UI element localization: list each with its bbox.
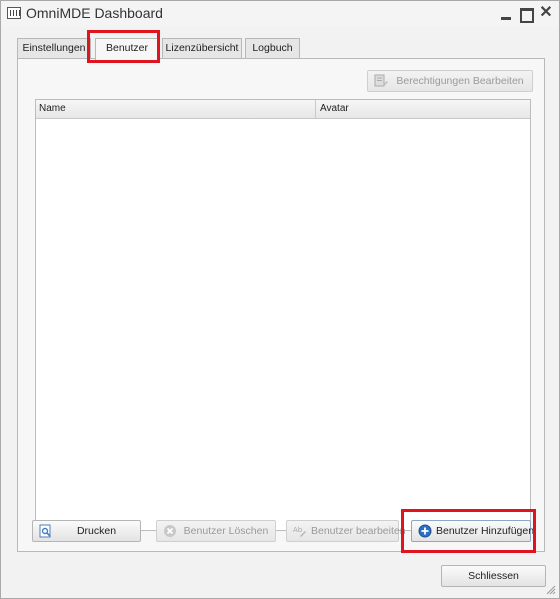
tab-einstellungen[interactable]: Einstellungen <box>17 38 91 59</box>
edit-user-button[interactable]: Ab Benutzer bearbeiten <box>286 520 406 542</box>
window-title: OmniMDE Dashboard <box>26 5 163 21</box>
delete-icon <box>164 525 176 537</box>
svg-text:Ab: Ab <box>293 526 303 534</box>
print-label: Drucken <box>76 525 117 537</box>
edit-permissions-button[interactable]: Berechtigungen Bearbeiten <box>367 70 533 92</box>
edit-permissions-label: Berechtigungen Bearbeiten <box>396 75 524 87</box>
minimize-icon[interactable] <box>497 4 515 22</box>
column-header-name[interactable]: Name <box>39 103 66 114</box>
dashboard-window: OmniMDE Dashboard ✕ Einstellungen Benutz… <box>0 0 560 599</box>
resize-grip-icon[interactable] <box>546 585 556 595</box>
column-header-avatar[interactable]: Avatar <box>320 103 349 114</box>
close-button[interactable]: Schliessen <box>441 565 546 587</box>
users-panel: Berechtigungen Bearbeiten Name Avatar Dr… <box>17 58 545 552</box>
delete-user-label: Benutzer Löschen <box>183 525 269 537</box>
title-bar[interactable]: OmniMDE Dashboard ✕ <box>1 1 559 27</box>
edit-user-label: Benutzer bearbeiten <box>311 525 406 537</box>
tab-lizenzuebersicht[interactable]: Lizenzübersicht <box>162 38 242 59</box>
add-user-label: Benutzer Hinzufügen <box>436 525 535 537</box>
print-button[interactable]: Drucken <box>32 520 141 542</box>
close-icon[interactable]: ✕ <box>537 4 555 22</box>
add-user-button[interactable]: Benutzer Hinzufügen <box>411 520 535 542</box>
app-icon <box>7 7 21 19</box>
add-circle-icon <box>418 524 432 538</box>
tab-logbuch[interactable]: Logbuch <box>245 38 300 59</box>
permissions-edit-icon <box>374 74 388 87</box>
column-divider[interactable] <box>315 100 316 119</box>
tab-benutzer[interactable]: Benutzer <box>95 38 159 60</box>
table-header: Name Avatar <box>36 100 530 119</box>
users-table[interactable]: Name Avatar <box>35 99 531 531</box>
delete-user-button[interactable]: Benutzer Löschen <box>156 520 276 542</box>
rename-icon: Ab <box>293 526 306 537</box>
print-preview-icon <box>39 524 51 538</box>
maximize-icon[interactable] <box>516 4 534 23</box>
